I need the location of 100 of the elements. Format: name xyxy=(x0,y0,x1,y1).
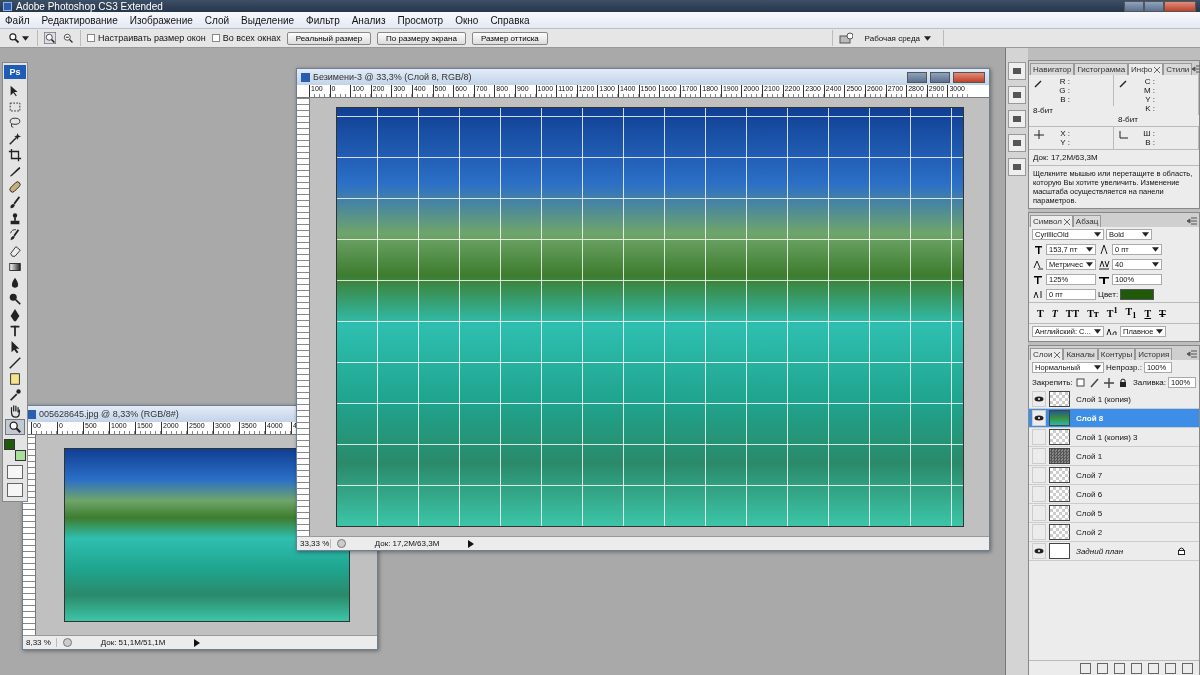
panel-tab[interactable]: Стили xyxy=(1163,63,1193,75)
visibility-toggle[interactable] xyxy=(1032,524,1046,540)
antialias-icon xyxy=(1106,326,1118,337)
menu-item[interactable]: Фильтр xyxy=(305,14,341,26)
layer-name: Слой 6 xyxy=(1076,489,1104,499)
panel-tab[interactable]: Слои xyxy=(1030,348,1064,360)
menu-item[interactable]: Справка xyxy=(489,14,531,26)
menu-item[interactable]: Слой xyxy=(203,14,231,26)
lollipop-icon xyxy=(8,292,22,306)
menu-item[interactable]: Редактирование xyxy=(40,14,119,26)
close-button[interactable] xyxy=(953,71,985,83)
visibility-toggle[interactable] xyxy=(1032,543,1046,559)
text-style-button[interactable]: T xyxy=(1035,306,1046,320)
frame-icon xyxy=(1118,129,1130,140)
color-swatch[interactable] xyxy=(1120,289,1155,300)
text-style-button[interactable]: TT xyxy=(1063,306,1082,320)
lock-label: Закрепить: xyxy=(1032,378,1073,387)
panel-tab[interactable]: Каналы xyxy=(1063,348,1098,360)
dropdown-caret-icon xyxy=(1152,247,1159,252)
zoom-out-icon[interactable] xyxy=(62,32,74,44)
tool-preset-picker[interactable] xyxy=(6,32,31,44)
panel-tab[interactable]: Символ xyxy=(1030,215,1073,227)
window-title: 005628645.jpg @ 8,33% (RGB/8#) xyxy=(39,409,179,419)
close-icon[interactable] xyxy=(1154,66,1161,73)
dashed-rectangle-icon xyxy=(8,100,22,114)
maximize-button[interactable] xyxy=(930,71,950,83)
layer-row[interactable]: Слой 7 xyxy=(1029,466,1199,485)
visibility-toggle[interactable] xyxy=(1032,467,1046,483)
background-swatch[interactable] xyxy=(15,450,26,461)
layer-name: Слой 7 xyxy=(1076,470,1104,480)
menu-item[interactable]: Изображение xyxy=(128,14,194,26)
visibility-toggle[interactable] xyxy=(1032,486,1046,502)
layer-row[interactable]: Слой 5 xyxy=(1029,504,1199,523)
panel-tab[interactable]: История xyxy=(1135,348,1173,360)
minimize-button[interactable] xyxy=(1124,0,1144,12)
visibility-toggle[interactable] xyxy=(1032,448,1046,464)
visibility-toggle[interactable] xyxy=(1032,429,1046,445)
text-style-button[interactable]: T xyxy=(1142,306,1154,320)
checkbox[interactable] xyxy=(211,34,220,42)
close-button[interactable] xyxy=(1164,0,1196,12)
layer-row[interactable]: Слой 6 xyxy=(1029,485,1199,504)
menu-item[interactable]: Окно xyxy=(454,14,480,26)
maximize-button[interactable] xyxy=(1144,0,1164,12)
screen-mode-button[interactable] xyxy=(7,483,23,497)
menu-item[interactable]: Просмотр xyxy=(396,14,445,26)
layer-name: Слой 1 xyxy=(1076,451,1104,461)
layer-row[interactable]: Слой 1 xyxy=(1029,447,1199,466)
menu-item[interactable]: Файл xyxy=(4,14,31,26)
zoom-level[interactable]: 8,33 % xyxy=(23,638,57,647)
caret-icon xyxy=(924,35,931,41)
panel-menu-icon[interactable] xyxy=(1187,217,1197,225)
close-icon[interactable] xyxy=(1063,218,1070,225)
checkbox[interactable] xyxy=(87,34,95,42)
menu-item[interactable]: Выделение xyxy=(240,14,296,26)
zoom-level[interactable]: 33,33 % xyxy=(297,539,331,548)
text-style-button[interactable]: T xyxy=(1157,306,1168,320)
layer-row[interactable]: Слой 1 (копия) 3 xyxy=(1029,428,1199,447)
text-style-button[interactable]: T$_{1}$ xyxy=(1123,306,1139,320)
magnifier-icon xyxy=(8,32,20,44)
close-icon[interactable] xyxy=(1054,351,1061,358)
quick-mask-button[interactable] xyxy=(7,465,23,479)
visibility-toggle[interactable] xyxy=(1032,391,1046,407)
color-label: Цвет: xyxy=(1098,290,1119,299)
visibility-toggle[interactable] xyxy=(1032,410,1046,426)
layer-row[interactable]: Задний план xyxy=(1029,542,1199,561)
text-style-button[interactable]: Tт xyxy=(1085,306,1101,320)
workspace-menu[interactable]: Рабочая среда xyxy=(858,33,937,43)
layer-name: Слой 5 xyxy=(1076,508,1104,518)
layer-row[interactable]: Слой 2 xyxy=(1029,523,1199,542)
lock-transparency-icon xyxy=(1074,377,1087,388)
panel-tab[interactable]: Контуры xyxy=(1097,348,1136,360)
layer-name: Слой 1 (копия) xyxy=(1076,394,1132,404)
eye-icon xyxy=(1034,548,1044,554)
note-icon xyxy=(8,372,22,386)
baseline-shift-icon xyxy=(1032,289,1044,300)
vertical-scale-icon xyxy=(1032,274,1044,285)
panel-tab[interactable]: Навигатор xyxy=(1030,63,1075,75)
dropdown-caret-icon xyxy=(1086,262,1093,267)
panel-tab[interactable]: Абзац xyxy=(1072,215,1102,227)
zoom-in-icon[interactable] xyxy=(44,32,56,44)
minimize-button[interactable] xyxy=(907,71,927,83)
zoom-preset-button[interactable]: По размеру экрана xyxy=(377,31,466,45)
visibility-toggle[interactable] xyxy=(1032,505,1046,521)
panel-tab[interactable]: Инфо xyxy=(1128,63,1164,75)
tool-button[interactable] xyxy=(5,419,25,435)
panel-menu-icon[interactable] xyxy=(1187,350,1197,358)
menu-item[interactable]: Анализ xyxy=(350,14,387,26)
globe-icon xyxy=(337,539,346,548)
text-style-button[interactable]: T$^{1}$ xyxy=(1104,306,1120,320)
text-style-button[interactable]: T xyxy=(1049,306,1060,320)
dropdown-caret-icon xyxy=(1094,232,1101,237)
caret-icon xyxy=(22,35,29,41)
foreground-swatch[interactable] xyxy=(4,439,15,450)
panel-tab[interactable]: Гистограмма xyxy=(1074,63,1129,75)
panel-menu-icon[interactable] xyxy=(1192,65,1200,73)
zoom-preset-button[interactable]: Размер оттиска xyxy=(471,31,548,45)
app-logo: Ps xyxy=(4,65,26,79)
channel-label: C : xyxy=(1144,77,1155,86)
zoom-preset-button[interactable]: Реальный размер xyxy=(286,31,372,45)
camera-icon[interactable] xyxy=(838,32,853,44)
